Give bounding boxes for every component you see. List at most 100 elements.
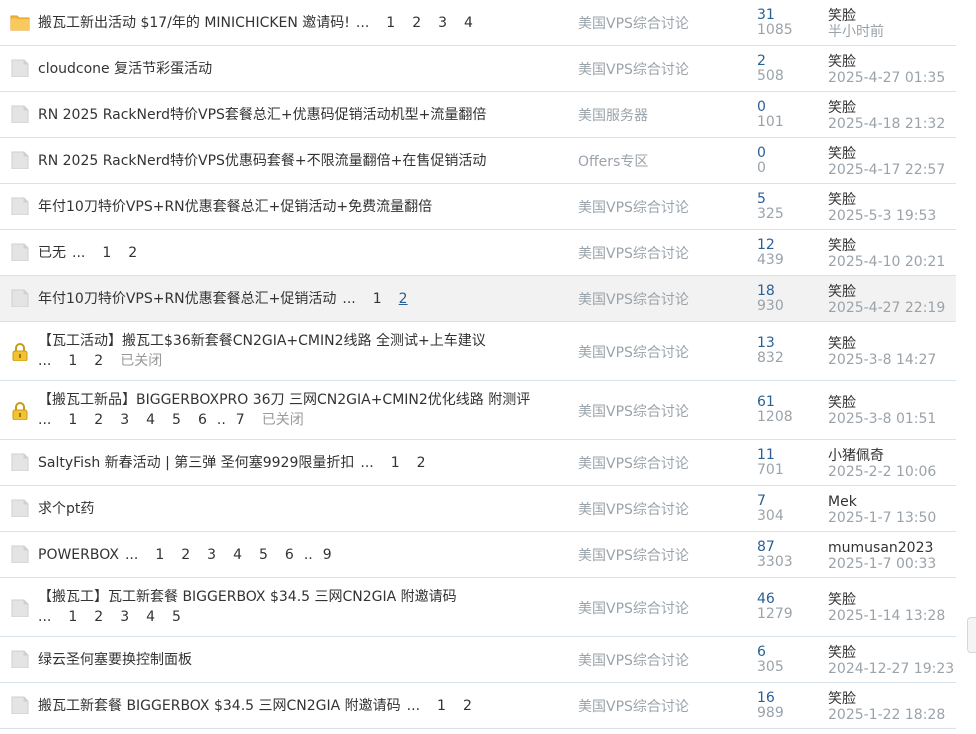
last-post-time[interactable]: 2025-1-22 18:28 bbox=[828, 707, 945, 723]
page-link[interactable]: 2 bbox=[181, 547, 190, 563]
page-link[interactable]: 4 bbox=[146, 412, 155, 428]
page-link[interactable]: 3 bbox=[120, 412, 129, 428]
last-post-time[interactable]: 2025-4-27 22:19 bbox=[828, 300, 945, 316]
page-link[interactable]: .. bbox=[304, 547, 313, 563]
reply-count[interactable]: 7 bbox=[757, 494, 817, 509]
page-link[interactable]: 7 bbox=[236, 412, 245, 428]
page-link[interactable]: 3 bbox=[120, 609, 129, 625]
last-post-author[interactable]: 笑脸 bbox=[828, 238, 945, 254]
reply-count[interactable]: 2 bbox=[757, 54, 817, 69]
last-post-time[interactable]: 2025-3-8 01:51 bbox=[828, 411, 936, 427]
page-link[interactable]: 4 bbox=[464, 15, 473, 31]
page-link[interactable]: 1 bbox=[437, 698, 446, 714]
page-link[interactable]: 1 bbox=[102, 245, 111, 261]
reply-count[interactable]: 11 bbox=[757, 448, 817, 463]
last-post-time[interactable]: 2025-3-8 14:27 bbox=[828, 352, 936, 368]
thread-row[interactable]: 【搬瓦工新品】BIGGERBOXPRO 36刀 三网CN2GIA+CMIN2优化… bbox=[0, 381, 956, 440]
page-link[interactable]: 3 bbox=[438, 15, 447, 31]
page-link[interactable]: ... bbox=[407, 698, 420, 714]
last-post-author[interactable]: 笑脸 bbox=[828, 336, 936, 352]
thread-title-link[interactable]: 已无 bbox=[38, 245, 66, 261]
page-link[interactable]: ... bbox=[342, 291, 355, 307]
last-post-time[interactable]: 2025-5-3 19:53 bbox=[828, 208, 936, 224]
thread-title-link[interactable]: 搬瓦工新出活动 $17/年的 MINICHICKEN 邀请码! bbox=[38, 15, 350, 31]
reply-count[interactable]: 18 bbox=[757, 284, 817, 299]
last-post-author[interactable]: 笑脸 bbox=[828, 146, 945, 162]
page-link[interactable]: 2 bbox=[412, 15, 421, 31]
page-link[interactable]: .. bbox=[217, 412, 226, 428]
forum-link[interactable]: 美国服务器 bbox=[578, 105, 648, 125]
last-post-author[interactable]: 笑脸 bbox=[828, 8, 884, 24]
thread-row[interactable]: 搬瓦工新套餐 BIGGERBOX $34.5 三网CN2GIA 附邀请码... 1… bbox=[0, 683, 956, 729]
forum-link[interactable]: 美国VPS综合讨论 bbox=[578, 499, 689, 519]
reply-count[interactable]: 5 bbox=[757, 192, 817, 207]
thread-title-link[interactable]: 绿云圣何塞要换控制面板 bbox=[38, 652, 192, 668]
thread-row[interactable]: POWERBOX... 1 2 3 4 5 6.. 9 美国VPS综合讨论 87 3303 mumus… bbox=[0, 532, 956, 578]
page-link[interactable]: 1 bbox=[391, 455, 400, 471]
page-link[interactable]: 2 bbox=[417, 455, 426, 471]
last-post-time[interactable]: 2025-1-7 00:33 bbox=[828, 556, 936, 572]
page-link[interactable]: 1 bbox=[68, 609, 77, 625]
last-post-author[interactable]: Mek bbox=[828, 494, 936, 510]
last-post-author[interactable]: 笑脸 bbox=[828, 100, 945, 116]
page-link[interactable]: 9 bbox=[323, 547, 332, 563]
page-link[interactable]: 5 bbox=[172, 609, 181, 625]
last-post-time[interactable]: 2025-4-18 21:32 bbox=[828, 116, 945, 132]
page-link[interactable]: 2 bbox=[94, 353, 103, 369]
page-link[interactable]: 1 bbox=[373, 291, 382, 307]
last-post-time[interactable]: 半小时前 bbox=[828, 24, 884, 40]
last-post-time[interactable]: 2025-1-7 13:50 bbox=[828, 510, 936, 526]
page-link[interactable]: 6 bbox=[198, 412, 207, 428]
thread-row[interactable]: cloudcone 复活节彩蛋活动 美国VPS综合讨论 2 508 笑脸 2025-4-2… bbox=[0, 46, 956, 92]
reply-count[interactable]: 12 bbox=[757, 238, 817, 253]
last-post-time[interactable]: 2025-4-17 22:57 bbox=[828, 162, 945, 178]
forum-link[interactable]: 美国VPS综合讨论 bbox=[578, 598, 689, 618]
last-post-author[interactable]: 小猪佩奇 bbox=[828, 448, 936, 464]
last-post-author[interactable]: 笑脸 bbox=[828, 192, 936, 208]
forum-link[interactable]: 美国VPS综合讨论 bbox=[578, 243, 689, 263]
page-link[interactable]: 5 bbox=[172, 412, 181, 428]
thread-title-link[interactable]: 年付10刀特价VPS+RN优惠套餐总汇+促销活动 bbox=[38, 291, 336, 307]
thread-title-link[interactable]: 【搬瓦工新品】BIGGERBOXPRO 36刀 三网CN2GIA+CMIN2优化… bbox=[38, 392, 530, 408]
reply-count[interactable]: 0 bbox=[757, 100, 817, 115]
thread-title-link[interactable]: cloudcone 复活节彩蛋活动 bbox=[38, 61, 212, 77]
page-link[interactable]: 4 bbox=[233, 547, 242, 563]
thread-title-link[interactable]: SaltyFish 新春活动 | 第三弹 圣何塞9929限量折扣 bbox=[38, 455, 354, 471]
thread-row[interactable]: SaltyFish 新春活动 | 第三弹 圣何塞9929限量折扣... 1 2 美国V… bbox=[0, 440, 956, 486]
page-link[interactable]: 1 bbox=[386, 15, 395, 31]
thread-row[interactable]: 【瓦工活动】搬瓦工$36新套餐CN2GIA+CMIN2线路 全测试+上车建议..… bbox=[0, 322, 956, 381]
last-post-author[interactable]: 笑脸 bbox=[828, 395, 936, 411]
page-link[interactable]: 3 bbox=[207, 547, 216, 563]
page-link[interactable]: 6 bbox=[285, 547, 294, 563]
page-link[interactable]: ... bbox=[38, 353, 51, 369]
last-post-author[interactable]: 笑脸 bbox=[828, 592, 945, 608]
reply-count[interactable]: 16 bbox=[757, 691, 817, 706]
page-link[interactable]: ... bbox=[125, 547, 138, 563]
page-link[interactable]: 5 bbox=[259, 547, 268, 563]
thread-row[interactable]: 搬瓦工新出活动 $17/年的 MINICHICKEN 邀请码!... 1 2 3 4 美国… bbox=[0, 0, 956, 46]
forum-link[interactable]: 美国VPS综合讨论 bbox=[578, 59, 689, 79]
reply-count[interactable]: 87 bbox=[757, 540, 817, 555]
page-link[interactable]: ... bbox=[38, 609, 51, 625]
page-link[interactable]: 1 bbox=[68, 412, 77, 428]
forum-link[interactable]: 美国VPS综合讨论 bbox=[578, 289, 689, 309]
thread-row[interactable]: 【搬瓦工】瓦工新套餐 BIGGERBOX $34.5 三网CN2GIA 附邀请码… bbox=[0, 578, 956, 637]
reply-count[interactable]: 6 bbox=[757, 645, 817, 660]
last-post-author[interactable]: 笑脸 bbox=[828, 691, 945, 707]
thread-title-link[interactable]: RN 2025 RackNerd特价VPS优惠码套餐+不限流量翻倍+在售促销活动 bbox=[38, 153, 486, 169]
last-post-author[interactable]: 笑脸 bbox=[828, 54, 945, 70]
thread-row[interactable]: 绿云圣何塞要换控制面板 美国VPS综合讨论 6 305 笑脸 2024-12-27 19:… bbox=[0, 637, 956, 683]
reply-count[interactable]: 13 bbox=[757, 336, 817, 351]
scrollbar-handle[interactable] bbox=[967, 617, 976, 653]
thread-row[interactable]: 求个pt药 美国VPS综合讨论 7 304 Mek 2025-1-7 13:50 bbox=[0, 486, 956, 532]
forum-link[interactable]: 美国VPS综合讨论 bbox=[578, 453, 689, 473]
last-post-time[interactable]: 2025-2-2 10:06 bbox=[828, 464, 936, 480]
thread-title-link[interactable]: 求个pt药 bbox=[38, 501, 94, 517]
forum-link[interactable]: 美国VPS综合讨论 bbox=[578, 696, 689, 716]
thread-title-link[interactable]: 年付10刀特价VPS+RN优惠套餐总汇+促销活动+免费流量翻倍 bbox=[38, 199, 432, 215]
thread-title-link[interactable]: 搬瓦工新套餐 BIGGERBOX $34.5 三网CN2GIA 附邀请码 bbox=[38, 698, 401, 714]
page-link[interactable]: 2 bbox=[94, 609, 103, 625]
last-post-time[interactable]: 2024-12-27 19:23 bbox=[828, 661, 954, 677]
page-link[interactable]: 2 bbox=[94, 412, 103, 428]
thread-title-link[interactable]: 【搬瓦工】瓦工新套餐 BIGGERBOX $34.5 三网CN2GIA 附邀请码 bbox=[38, 589, 457, 605]
